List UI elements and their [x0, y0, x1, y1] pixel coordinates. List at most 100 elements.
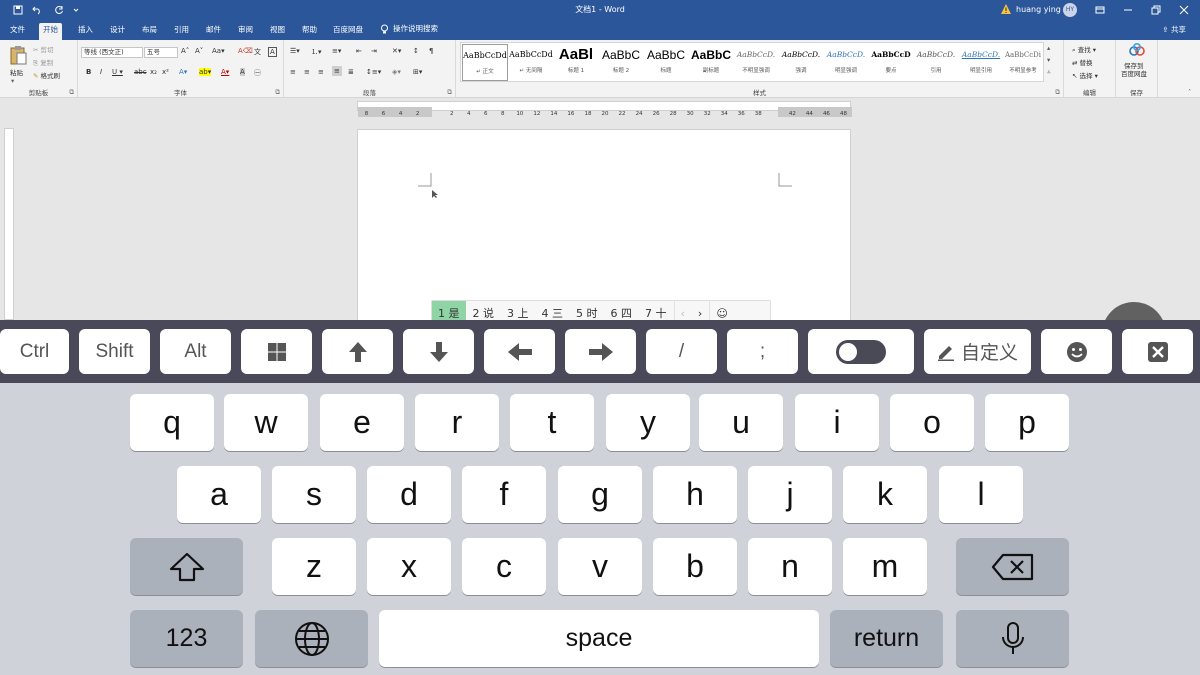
style-intense-quote[interactable]: AaBbCcD. 明显引用 [958, 44, 1004, 81]
style-intense-emphasis[interactable]: AaBbCcD. 明显强调 [823, 44, 869, 81]
replace-button[interactable]: ⇄ 替换 [1072, 57, 1093, 67]
document-page[interactable] [357, 129, 851, 320]
numbering-icon[interactable]: ⒈▾ [311, 47, 322, 57]
style-subtitle[interactable]: AaBbC 副标题 [688, 44, 734, 81]
microphone-key[interactable] [956, 610, 1069, 667]
style-heading-2[interactable]: AaBbC 标题 2 [598, 44, 644, 81]
align-right-icon[interactable]: ≡ [318, 68, 324, 76]
cut-button[interactable]: ✂ 剪切 [33, 44, 54, 54]
key-w[interactable]: w [224, 394, 308, 451]
change-case-icon[interactable]: Aa▾ [212, 47, 225, 55]
line-spacing-icon[interactable]: ↕≡▾ [366, 68, 381, 76]
copy-button[interactable]: ⎘ 复制 [33, 57, 53, 68]
ribbon-display-options-icon[interactable] [1088, 2, 1112, 18]
arrow-left-key[interactable] [484, 329, 555, 374]
key-k[interactable]: k [843, 466, 927, 523]
tab-help[interactable]: 帮助 [298, 23, 321, 40]
underline-icon[interactable]: U ▾ [112, 68, 123, 76]
avatar[interactable]: HY [1063, 3, 1077, 17]
globe-key[interactable] [255, 610, 368, 667]
enclose-characters-icon[interactable]: A [268, 47, 277, 57]
tab-view[interactable]: 视图 [266, 23, 289, 40]
semicolon-key[interactable]: ; [727, 329, 798, 374]
ime-candidate-6[interactable]: 6 四 [605, 301, 639, 320]
style-strong[interactable]: AaBbCcD 要点 [868, 44, 914, 81]
show-marks-icon[interactable]: ¶ [429, 47, 433, 55]
align-left-icon[interactable]: ≡ [290, 68, 296, 76]
ctrl-key[interactable]: Ctrl [0, 329, 69, 374]
ime-candidate-5[interactable]: 5 时 [570, 301, 604, 320]
format-painter-button[interactable]: ✎ 格式刷 [33, 70, 60, 80]
font-color-icon[interactable]: A▾ [221, 68, 229, 76]
user-name[interactable]: huang ying [1016, 5, 1061, 14]
space-key[interactable]: space [379, 610, 819, 667]
key-m[interactable]: m [843, 538, 927, 595]
arrow-down-key[interactable] [403, 329, 474, 374]
multilevel-list-icon[interactable]: ≡▾ [332, 47, 341, 55]
minimize-icon[interactable] [1116, 2, 1140, 18]
close-window-icon[interactable] [1172, 2, 1196, 18]
paste-button[interactable]: 粘贴 [10, 67, 23, 77]
key-h[interactable]: h [653, 466, 737, 523]
enclosed-char-icon[interactable]: ㊀ [254, 68, 261, 78]
key-o[interactable]: o [890, 394, 974, 451]
shift-key-shortcut[interactable]: Shift [79, 329, 150, 374]
warning-icon[interactable] [1000, 3, 1012, 15]
key-s[interactable]: s [272, 466, 356, 523]
superscript-icon[interactable]: x² [162, 68, 169, 76]
key-t[interactable]: t [510, 394, 594, 451]
bold-icon[interactable]: B [86, 68, 91, 76]
return-key[interactable]: return [830, 610, 943, 667]
restore-icon[interactable] [1144, 2, 1168, 18]
arrow-up-key[interactable] [322, 329, 393, 374]
backspace-key[interactable] [956, 538, 1069, 595]
key-e[interactable]: e [320, 394, 404, 451]
key-p[interactable]: p [985, 394, 1069, 451]
paragraph-launcher-icon[interactable]: ⧉ [447, 88, 452, 97]
shift-key[interactable] [130, 538, 243, 595]
paste-icon[interactable] [9, 45, 27, 65]
key-a[interactable]: a [177, 466, 261, 523]
shading-icon[interactable]: ◈▾ [392, 68, 401, 76]
styles-more-icon[interactable]: ⩡ [1047, 68, 1051, 77]
vertical-ruler[interactable] [4, 128, 14, 320]
tab-layout[interactable]: 布局 [138, 23, 161, 40]
ime-candidate-4[interactable]: 4 三 [536, 301, 570, 320]
grow-font-icon[interactable]: A˄ [181, 47, 189, 55]
key-q[interactable]: q [130, 394, 214, 451]
tab-file[interactable]: 文件 [6, 23, 29, 40]
chinese-layout-icon[interactable]: ✕▾ [392, 47, 401, 55]
key-b[interactable]: b [653, 538, 737, 595]
decrease-indent-icon[interactable]: ⇤ [356, 47, 362, 55]
highlight-color-icon[interactable]: ab▾ [199, 68, 212, 76]
tab-home[interactable]: 开始 [39, 23, 62, 40]
sort-icon[interactable]: ↕ [413, 47, 419, 55]
ime-prev-page-icon[interactable]: ‹ [673, 301, 691, 320]
clipboard-launcher-icon[interactable]: ⧉ [69, 88, 74, 97]
style-subtle-emphasis[interactable]: AaBbCcD. 不明显强调 [733, 44, 779, 81]
bullets-icon[interactable]: ☰▾ [290, 47, 300, 55]
styles-scroll-down-icon[interactable]: ▾ [1047, 56, 1050, 64]
key-j[interactable]: j [748, 466, 832, 523]
tell-me-search[interactable]: 操作说明搜索 [380, 23, 438, 34]
key-l[interactable]: l [939, 466, 1023, 523]
key-v[interactable]: v [558, 538, 642, 595]
style-emphasis[interactable]: AaBbCcD. 强调 [778, 44, 824, 81]
styles-launcher-icon[interactable]: ⧉ [1055, 88, 1060, 97]
key-f[interactable]: f [462, 466, 546, 523]
style-quote[interactable]: AaBbCcD. 引用 [913, 44, 959, 81]
style-title[interactable]: AaBbC 标题 [643, 44, 689, 81]
find-button[interactable]: ⌕ 查找 ▾ [1072, 44, 1096, 55]
arrow-right-key[interactable] [565, 329, 636, 374]
tab-review[interactable]: 审阅 [234, 23, 257, 40]
font-launcher-icon[interactable]: ⧉ [275, 88, 280, 97]
ime-candidate-2[interactable]: 2 说 [467, 301, 501, 320]
character-shading-icon[interactable]: A [240, 68, 245, 76]
paste-options-icon[interactable]: ▾ [11, 77, 14, 85]
phonetic-guide-icon[interactable]: 文 [254, 47, 261, 57]
share-button[interactable]: ⇪ 共享 [1162, 24, 1186, 35]
font-name-select[interactable]: 等线 (西文正) [81, 47, 143, 58]
document-workspace[interactable]: 8 6 4 2 2 4 6 8 10 12 14 16 18 20 22 24 26 28 30 32 34 36 38 42… [0, 98, 1200, 320]
numbers-key[interactable]: 123 [130, 610, 243, 667]
emoji-key[interactable] [1041, 329, 1112, 374]
